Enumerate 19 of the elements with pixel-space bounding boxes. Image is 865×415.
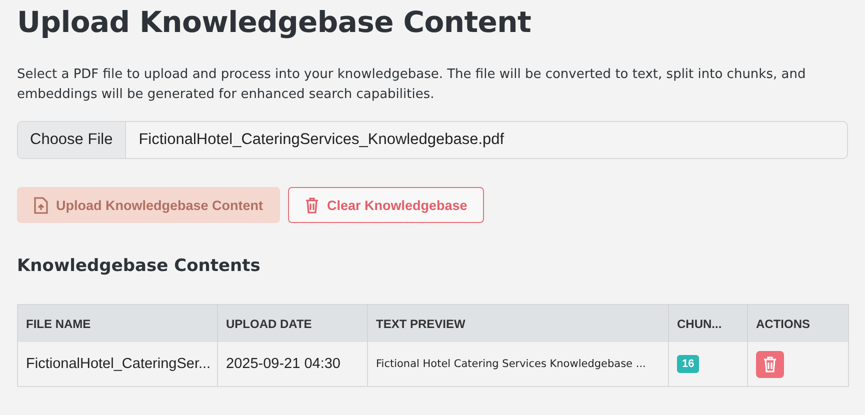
column-header: TEXT PREVIEW — [368, 304, 668, 342]
trash-icon — [763, 356, 777, 372]
page-title: Upload Knowledgebase Content — [17, 4, 532, 39]
description-text: Select a PDF file to upload and process into your knowledgebase. The file will be converted to text, split into chunks, and embeddings will be generated for enhanced search capabilities. — [17, 66, 807, 104]
file-input[interactable]: Choose File FictionalHotel_CateringServices_Knowledgebase.pdf — [17, 121, 848, 159]
file-name-text: FictionalHotel_CateringServices_Knowledgebase.pdf — [138, 130, 504, 150]
section-title: Knowledgebase Contents — [17, 256, 262, 276]
table-cell: 2025-09-21 04:30 — [218, 342, 368, 386]
table-cell: Fictional Hotel Catering Services Knowledgebase ... — [368, 342, 668, 386]
chunk-count-badge: 16 — [677, 355, 700, 373]
trash-icon — [305, 196, 320, 214]
table-cell: FictionalHotel_CateringSer... — [18, 342, 218, 386]
column-header: CHUN... — [668, 304, 748, 342]
column-header: ACTIONS — [748, 304, 848, 342]
choose-file-button[interactable]: Choose File — [18, 122, 126, 158]
column-header: FILE NAME — [18, 304, 218, 342]
file-upload-icon — [34, 196, 48, 214]
delete-button[interactable] — [756, 350, 784, 378]
column-header: UPLOAD DATE — [218, 304, 368, 342]
